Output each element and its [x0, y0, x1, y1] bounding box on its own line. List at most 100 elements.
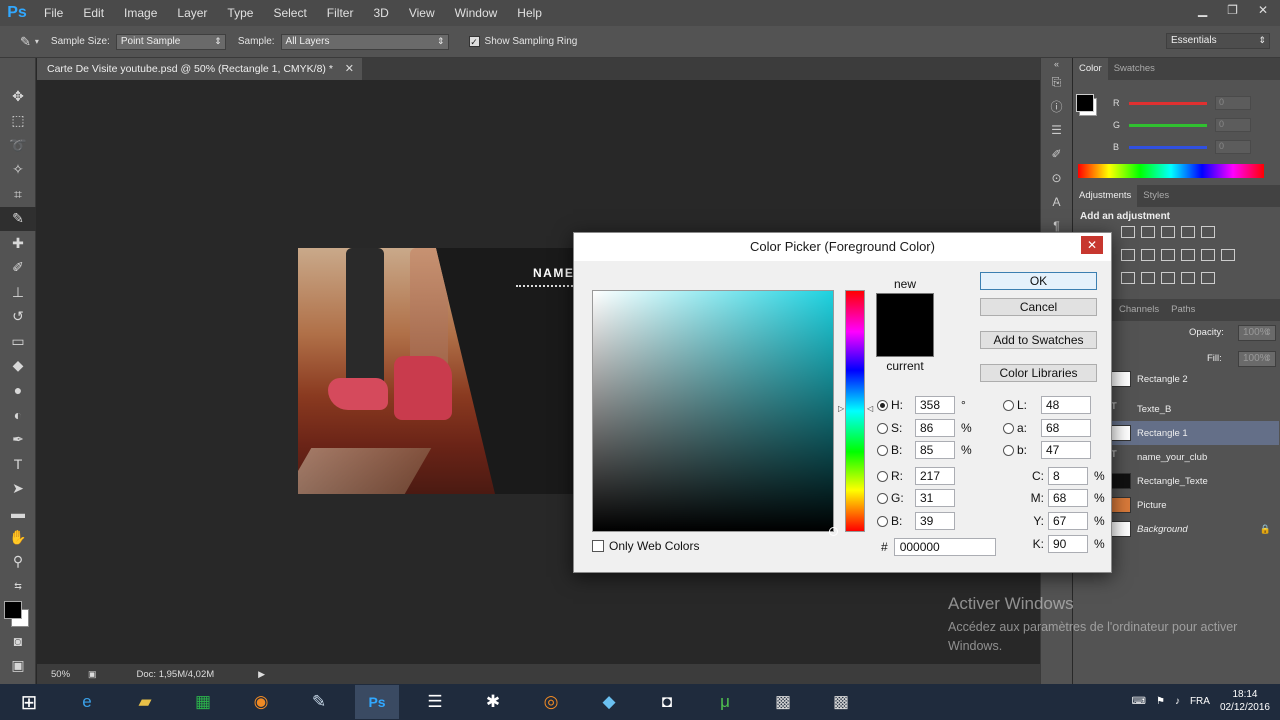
- default-colors-icon[interactable]: ⇆: [0, 574, 36, 599]
- red-input[interactable]: 217: [915, 467, 955, 485]
- dialog-close-icon[interactable]: ✕: [1081, 236, 1103, 254]
- tool-preset-chevron-icon[interactable]: ▾: [35, 37, 39, 46]
- gradient-map-icon[interactable]: [1181, 272, 1195, 284]
- rectangle-tool-icon[interactable]: ▬: [0, 501, 36, 526]
- levels-icon[interactable]: [1141, 226, 1155, 238]
- show-sampling-ring-checkbox[interactable]: ✓: [468, 36, 480, 47]
- restore-icon[interactable]: ❐: [1227, 3, 1238, 17]
- windows-start-icon[interactable]: ⊞: [7, 685, 51, 719]
- eraser-tool-icon[interactable]: ▭: [0, 329, 36, 354]
- properties-panel-icon[interactable]: ☰: [1041, 118, 1072, 142]
- selective-color-icon[interactable]: [1201, 272, 1215, 284]
- posterize-icon[interactable]: [1141, 272, 1155, 284]
- black-input[interactable]: 90: [1048, 535, 1088, 553]
- dodge-tool-icon[interactable]: ◐: [0, 403, 36, 428]
- photoshop-taskbar-icon[interactable]: Ps: [355, 685, 399, 719]
- lab-b-input[interactable]: 47: [1041, 441, 1091, 459]
- app-menu-icon[interactable]: ☰: [413, 685, 457, 719]
- clone-stamp-tool-icon[interactable]: ⊥: [0, 280, 36, 305]
- cyan-input[interactable]: 8: [1048, 467, 1088, 485]
- menu-filter[interactable]: Filter: [317, 6, 364, 20]
- history-panel-icon[interactable]: ⎘: [1041, 70, 1072, 94]
- hue-slider-right-arrow-icon[interactable]: ◁: [867, 404, 873, 413]
- menu-3d[interactable]: 3D: [363, 6, 398, 20]
- menu-layer[interactable]: Layer: [167, 6, 217, 20]
- hue-slider-left-arrow-icon[interactable]: ▷: [838, 404, 844, 413]
- crop-tool-icon[interactable]: ⌗: [0, 182, 36, 207]
- fill-input[interactable]: 100%: [1238, 351, 1276, 367]
- g-slider[interactable]: [1129, 123, 1207, 127]
- green-radio[interactable]: [877, 492, 888, 504]
- brightness-input[interactable]: 85: [915, 441, 955, 459]
- tab-styles[interactable]: Styles: [1137, 185, 1175, 207]
- opacity-input[interactable]: 100%: [1238, 325, 1276, 341]
- info-panel-icon[interactable]: ⓘ: [1041, 94, 1072, 118]
- layer-row[interactable]: Tname_your_club: [1111, 445, 1279, 469]
- zoom-tool-icon[interactable]: ⚲: [0, 550, 36, 575]
- vibrance-icon[interactable]: [1201, 226, 1215, 238]
- panel-foreground-swatch[interactable]: [1076, 94, 1094, 112]
- menu-file[interactable]: File: [34, 6, 73, 20]
- tab-paths[interactable]: Paths: [1165, 299, 1201, 321]
- menu-type[interactable]: Type: [217, 6, 263, 20]
- color-balance-icon[interactable]: [1141, 249, 1155, 261]
- red-radio[interactable]: [877, 470, 888, 482]
- blender-icon[interactable]: ◎: [529, 685, 573, 719]
- recorder-app-icon[interactable]: ▩: [819, 685, 863, 719]
- pen-tool-icon[interactable]: ✒: [0, 427, 36, 452]
- r-value[interactable]: 0: [1215, 96, 1251, 110]
- add-to-swatches-button[interactable]: Add to Swatches: [980, 331, 1097, 349]
- threshold-icon[interactable]: [1161, 272, 1175, 284]
- language-indicator[interactable]: FRA: [1190, 696, 1210, 707]
- eyedropper-icon[interactable]: ✎: [20, 34, 31, 50]
- close-icon[interactable]: ✕: [1258, 3, 1268, 17]
- photo-filter-icon[interactable]: [1181, 249, 1195, 261]
- paint-app-icon[interactable]: ✎: [297, 685, 341, 719]
- yellow-input[interactable]: 67: [1048, 512, 1088, 530]
- sample-select[interactable]: All Layers: [280, 33, 449, 50]
- clone-source-panel-icon[interactable]: ⊙: [1041, 166, 1072, 190]
- blue-input[interactable]: 39: [915, 512, 955, 530]
- blue-radio[interactable]: [877, 515, 888, 527]
- torrent-app-icon[interactable]: μ: [703, 685, 747, 719]
- r-slider[interactable]: [1129, 101, 1207, 105]
- file-explorer-icon[interactable]: ▰: [123, 685, 167, 719]
- brush-panel-icon[interactable]: ✐: [1041, 142, 1072, 166]
- keyboard-icon[interactable]: ⌨: [1132, 696, 1146, 707]
- sample-size-select[interactable]: Point Sample: [115, 33, 226, 50]
- menu-window[interactable]: Window: [445, 6, 508, 20]
- blur-tool-icon[interactable]: ●: [0, 378, 36, 403]
- marquee-tool-icon[interactable]: ⬚: [0, 109, 36, 134]
- terminal-app-icon[interactable]: ▩: [761, 685, 805, 719]
- b-slider[interactable]: [1129, 145, 1207, 149]
- move-tool-icon[interactable]: ✥: [0, 84, 36, 109]
- green-input[interactable]: 31: [915, 489, 955, 507]
- character-panel-icon[interactable]: A: [1041, 190, 1072, 214]
- status-info-icon[interactable]: ▣: [88, 669, 97, 680]
- quick-mask-icon[interactable]: ◙: [0, 629, 36, 654]
- volume-icon[interactable]: ♪: [1175, 696, 1180, 707]
- quick-select-tool-icon[interactable]: ✧: [0, 158, 36, 183]
- paint-bucket-tool-icon[interactable]: ◆: [0, 354, 36, 379]
- invert-icon[interactable]: [1121, 272, 1135, 284]
- lab-a-input[interactable]: 68: [1041, 419, 1091, 437]
- lasso-tool-icon[interactable]: ➰: [0, 133, 36, 158]
- hue-slider[interactable]: [845, 290, 865, 532]
- media-player-icon[interactable]: ◉: [239, 685, 283, 719]
- menu-edit[interactable]: Edit: [73, 6, 114, 20]
- document-tab[interactable]: Carte De Visite youtube.psd @ 50% (Recta…: [37, 58, 362, 80]
- cancel-button[interactable]: Cancel: [980, 298, 1097, 316]
- close-tab-icon[interactable]: ✕: [345, 62, 354, 75]
- hue-radio[interactable]: [877, 399, 888, 411]
- saturation-input[interactable]: 86: [915, 419, 955, 437]
- hue-saturation-icon[interactable]: [1121, 249, 1135, 261]
- menu-image[interactable]: Image: [114, 6, 167, 20]
- color-lookup-icon[interactable]: [1221, 249, 1235, 261]
- lab-l-radio[interactable]: [1003, 399, 1014, 411]
- brightness-radio[interactable]: [877, 444, 888, 456]
- hex-input[interactable]: 000000: [893, 538, 996, 556]
- channel-mixer-icon[interactable]: [1201, 249, 1215, 261]
- workspace-select[interactable]: Essentials: [1166, 33, 1270, 49]
- color-libraries-button[interactable]: Color Libraries: [980, 364, 1097, 382]
- foreground-color-swatch[interactable]: [4, 600, 22, 619]
